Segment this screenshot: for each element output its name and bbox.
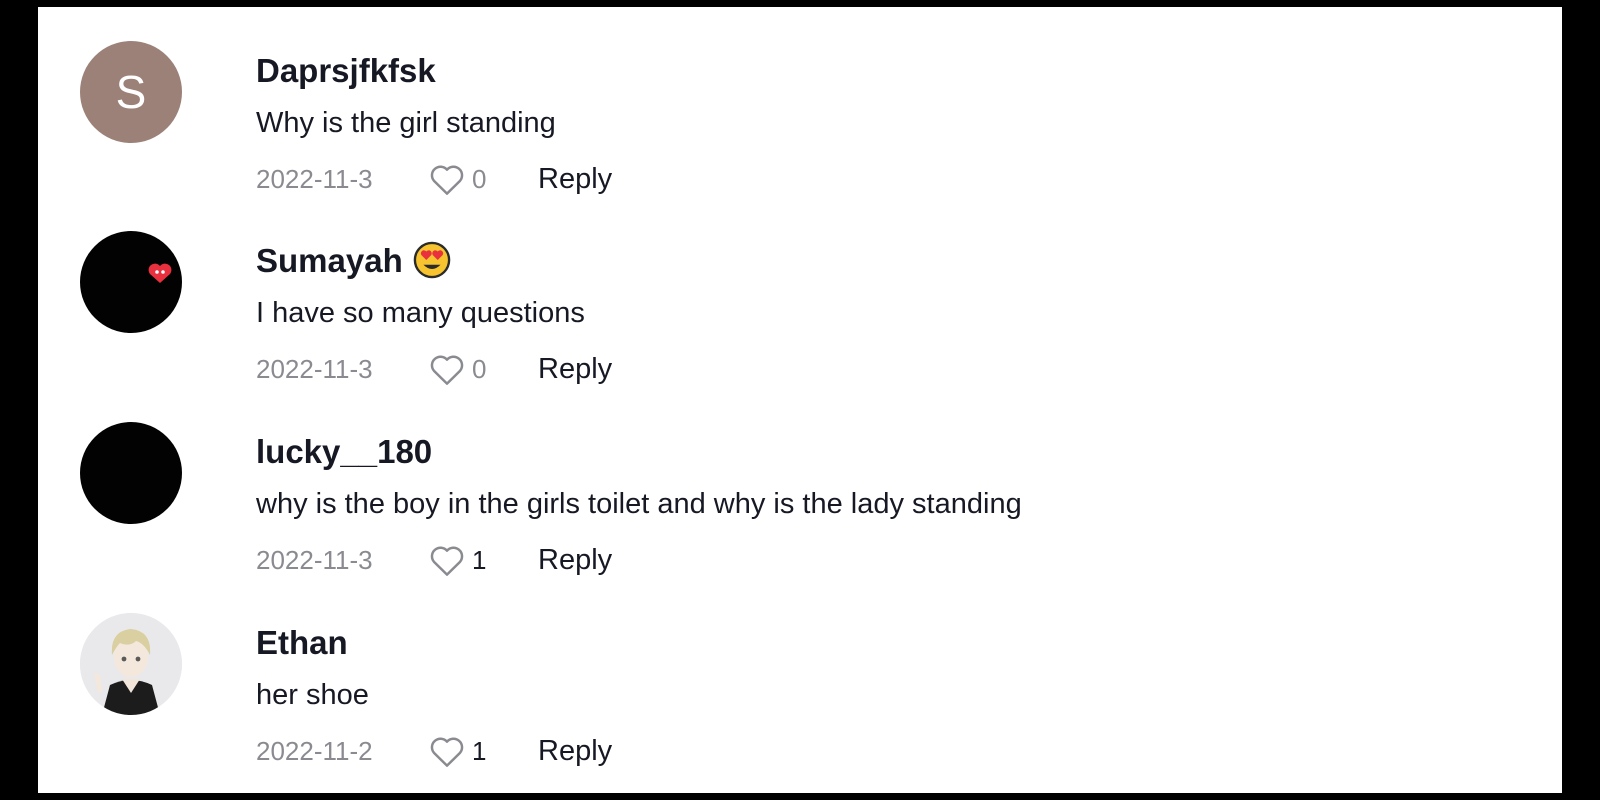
comment-item: Sumayah I have so many questions 2022-11… (80, 197, 1480, 385)
comment-date: 2022-11-3 (256, 353, 373, 384)
avatar[interactable] (80, 231, 182, 333)
comment-text: I have so many questions (256, 297, 585, 329)
anime-character-avatar (80, 613, 182, 715)
comment-text: why is the boy in the girls toilet and w… (256, 488, 1022, 520)
username-label: Sumayah (256, 242, 403, 279)
avatar[interactable] (80, 422, 182, 524)
heart-outline-icon (430, 546, 464, 576)
username-label: Ethan (256, 624, 348, 661)
heart-outline-icon (430, 737, 464, 767)
comment-meta: 2022-11-3 0 Reply (256, 349, 1480, 389)
comment-meta: 2022-11-3 0 Reply (256, 159, 1480, 199)
comments-panel: S Daprsjfkfsk Why is the girl standing 2… (38, 7, 1562, 793)
comment-username[interactable]: Sumayah (256, 241, 1480, 281)
like-button[interactable]: 1 (428, 734, 500, 768)
comment-username[interactable]: Ethan (256, 623, 1480, 663)
comment-item: Ethan her shoe 2022-11-2 1 Reply (80, 579, 1480, 767)
reply-button[interactable]: Reply (538, 163, 612, 196)
heart-eyes-emoji-icon (413, 241, 451, 288)
comment-username[interactable]: lucky__180 (256, 432, 1480, 472)
username-label: lucky__180 (256, 433, 433, 470)
like-count: 1 (472, 735, 487, 766)
red-heart-icon (148, 263, 172, 283)
like-count: 0 (472, 163, 487, 194)
comment-item: lucky__180 why is the boy in the girls t… (80, 388, 1480, 576)
comment-date: 2022-11-3 (256, 544, 373, 575)
reply-button[interactable]: Reply (538, 353, 612, 386)
comment-text: her shoe (256, 679, 369, 711)
avatar[interactable] (80, 613, 182, 715)
like-button[interactable]: 1 (428, 543, 500, 577)
like-button[interactable]: 0 (428, 162, 500, 196)
reply-button[interactable]: Reply (538, 735, 612, 768)
like-count: 1 (472, 544, 487, 575)
comment-date: 2022-11-2 (256, 735, 373, 766)
like-count: 0 (472, 353, 487, 384)
heart-outline-icon (430, 165, 464, 195)
like-button[interactable]: 0 (428, 352, 500, 386)
comment-meta: 2022-11-2 1 Reply (256, 731, 1480, 771)
heart-outline-icon (430, 355, 464, 385)
comment-text: Why is the girl standing (256, 107, 556, 139)
comment-meta: 2022-11-3 1 Reply (256, 540, 1480, 580)
comment-item: S Daprsjfkfsk Why is the girl standing 2… (80, 7, 1480, 195)
reply-button[interactable]: Reply (538, 544, 612, 577)
avatar[interactable]: S (80, 41, 182, 143)
comment-date: 2022-11-3 (256, 163, 373, 194)
username-label: Daprsjfkfsk (256, 52, 436, 89)
comment-username[interactable]: Daprsjfkfsk (256, 51, 1480, 91)
